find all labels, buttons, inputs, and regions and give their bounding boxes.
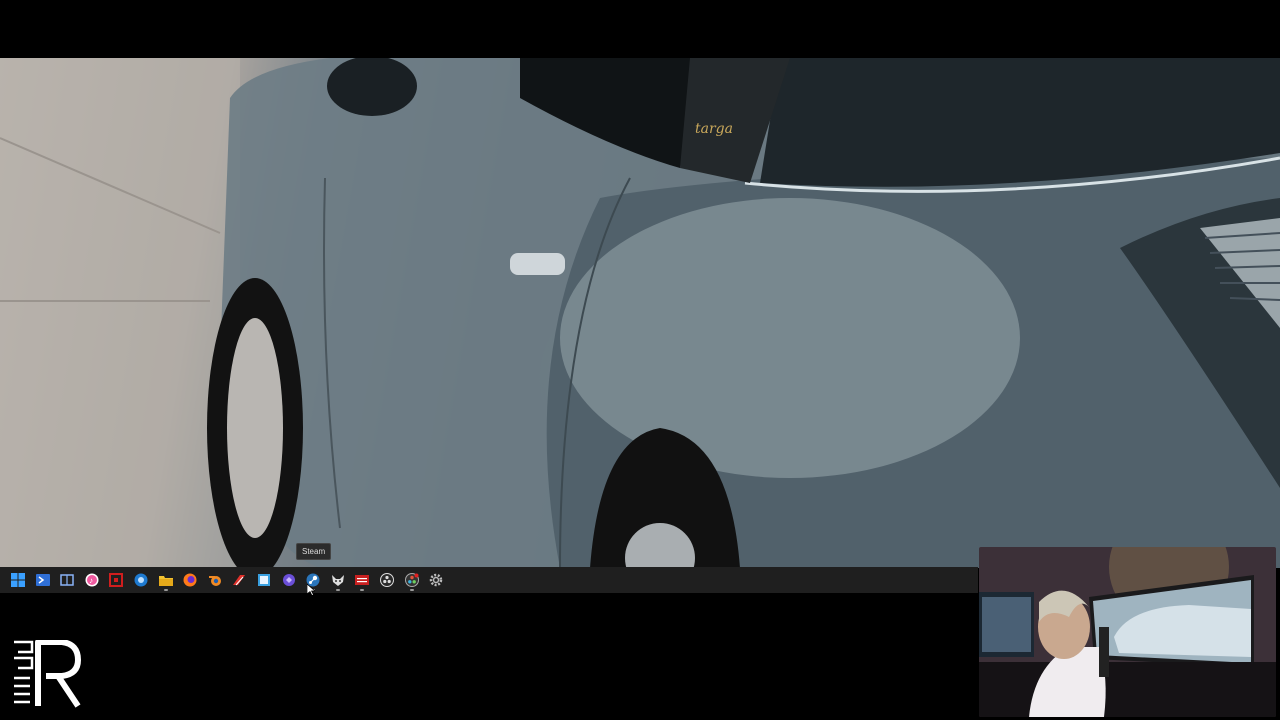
svg-text:♪: ♪ xyxy=(89,576,93,585)
task-view-icon[interactable] xyxy=(56,569,78,591)
running-indicator xyxy=(163,589,168,591)
settings-gear-icon[interactable] xyxy=(425,569,447,591)
running-indicator xyxy=(335,589,340,591)
mouse-cursor-icon xyxy=(306,583,316,601)
obs-icon[interactable] xyxy=(376,569,398,591)
firefox-icon[interactable] xyxy=(179,569,201,591)
running-indicator xyxy=(409,589,414,591)
purple-app-icon[interactable] xyxy=(278,569,300,591)
webcam-overlay xyxy=(979,547,1276,717)
top-letterbox xyxy=(0,0,1280,58)
file-explorer-icon[interactable] xyxy=(155,569,177,591)
start-windows-icon[interactable] xyxy=(7,569,29,591)
running-indicator xyxy=(360,589,365,591)
webcam-scene xyxy=(979,547,1276,717)
taskbar: ♪ xyxy=(0,567,978,593)
window-app-icon[interactable] xyxy=(253,569,275,591)
video-app-icon[interactable] xyxy=(351,569,373,591)
blue-app-icon[interactable] xyxy=(130,569,152,591)
blender-icon[interactable] xyxy=(204,569,226,591)
taskbar-tooltip: Steam xyxy=(296,543,332,560)
channel-logo xyxy=(12,639,82,715)
red-brush-icon[interactable] xyxy=(228,569,250,591)
powershell-icon[interactable] xyxy=(32,569,54,591)
itunes-icon[interactable]: ♪ xyxy=(81,569,103,591)
targa-badge: targa xyxy=(695,121,733,137)
fox-app-icon[interactable] xyxy=(327,569,349,591)
desktop-wallpaper: targa xyxy=(0,58,1280,568)
car-illustration: targa xyxy=(0,58,1280,568)
davinci-resolve-icon[interactable] xyxy=(401,569,423,591)
red-app-icon[interactable] xyxy=(105,569,127,591)
